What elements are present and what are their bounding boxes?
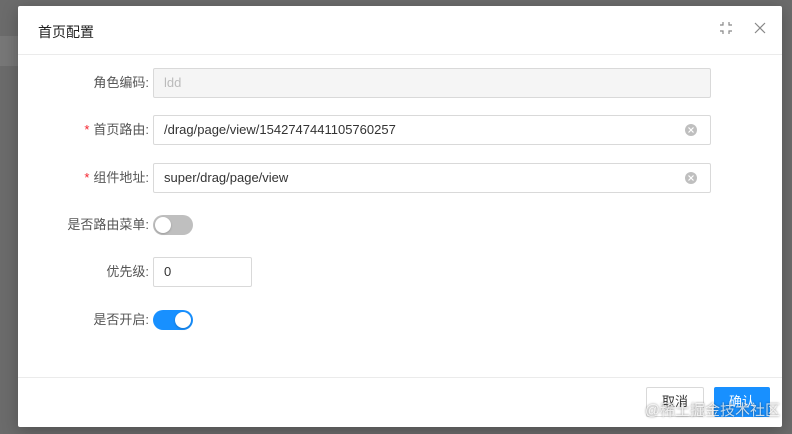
role-code-label: 角色编码:	[93, 75, 149, 90]
is-route-menu-label: 是否路由菜单:	[67, 217, 149, 232]
dialog-body: 角色编码: ldd * 首页路由: /drag/page/view/1542747…	[18, 55, 782, 377]
enabled-switch[interactable]	[153, 310, 193, 330]
close-circle-icon[interactable]	[685, 124, 697, 136]
fullscreen-button[interactable]	[717, 19, 735, 37]
field-is-route-menu: 是否路由菜单:	[18, 210, 782, 240]
role-code-input: ldd	[153, 68, 711, 98]
field-enabled: 是否开启:	[18, 305, 782, 335]
enabled-label: 是否开启:	[93, 312, 149, 327]
required-mark: *	[84, 170, 90, 185]
close-button[interactable]	[751, 19, 769, 37]
required-mark: *	[84, 122, 90, 137]
priority-input[interactable]: 0	[153, 257, 252, 287]
switch-knob	[155, 217, 171, 233]
home-route-label-text: 首页路由:	[93, 122, 149, 137]
dialog-header: 首页配置	[18, 6, 782, 55]
component-address-label: * 组件地址:	[84, 163, 149, 193]
watermark: @稀土掘金技术社区	[644, 402, 780, 419]
field-component-address: * 组件地址: super/drag/page/view	[18, 163, 782, 193]
component-address-input[interactable]: super/drag/page/view	[153, 163, 711, 193]
dialog-title: 首页配置	[38, 24, 94, 40]
priority-label: 优先级:	[106, 264, 149, 279]
fullscreen-exit-icon	[720, 22, 732, 34]
field-priority: 优先级: 0	[18, 257, 782, 287]
field-home-route: * 首页路由: /drag/page/view/15427474411057602…	[18, 115, 782, 145]
field-role-code: 角色编码: ldd	[18, 68, 782, 98]
backdrop-strip	[0, 36, 18, 66]
close-circle-icon[interactable]	[685, 172, 697, 184]
route-menu-switch[interactable]	[153, 215, 193, 235]
home-route-label: * 首页路由:	[84, 115, 149, 145]
component-address-label-text: 组件地址:	[93, 170, 149, 185]
home-route-input[interactable]: /drag/page/view/1542747441105760257	[153, 115, 711, 145]
config-dialog: 首页配置 角色编码: ldd * 首页路由: /drag/page/view/15…	[18, 6, 782, 427]
switch-knob	[175, 312, 191, 328]
close-icon	[754, 22, 766, 34]
